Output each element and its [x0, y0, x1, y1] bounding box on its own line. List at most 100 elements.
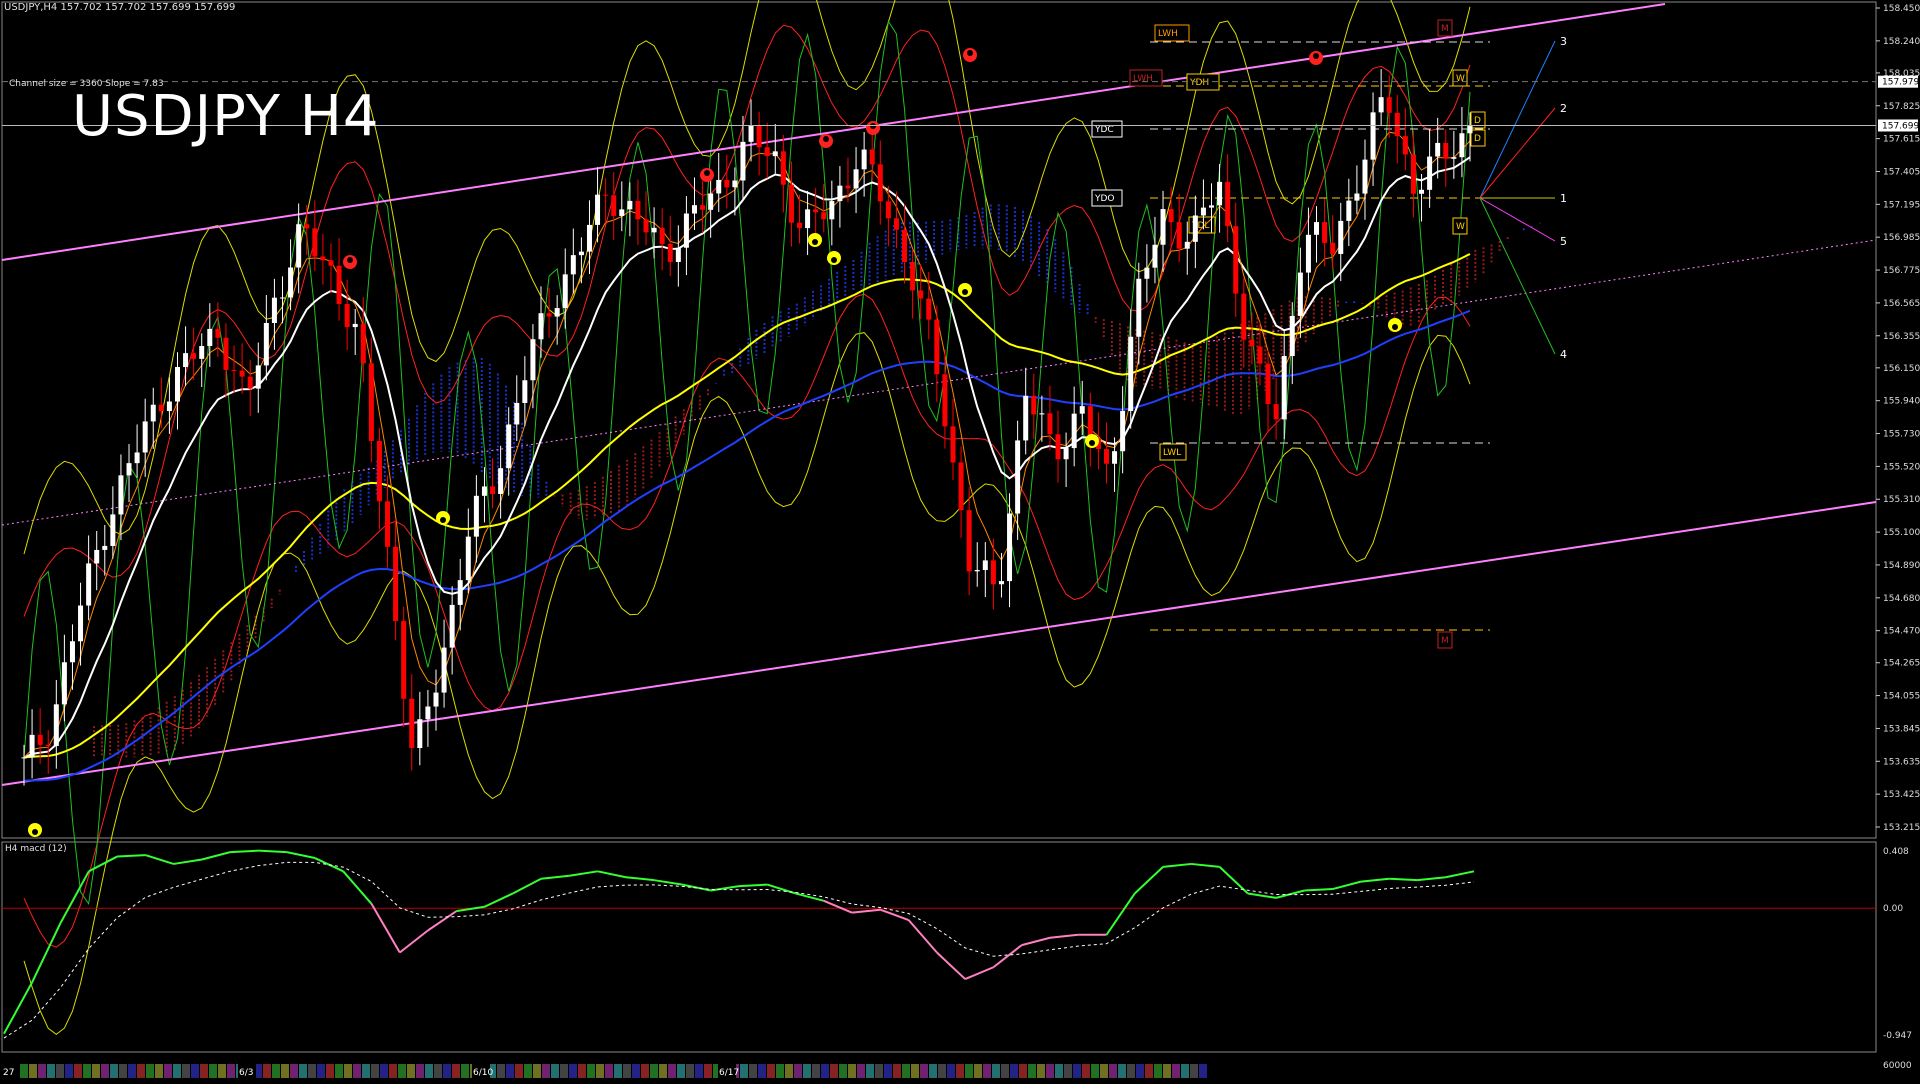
candle-body: [336, 265, 342, 304]
y-tick-label: 157.195: [1883, 200, 1920, 210]
x-strip-cell: [695, 1064, 703, 1078]
x-strip-cell: [191, 1064, 199, 1078]
x-strip-cell: [407, 1064, 415, 1078]
candle-body: [1120, 411, 1126, 452]
x-strip-cell: [326, 1064, 334, 1078]
x-strip-cell: [641, 1064, 649, 1078]
x-strip-cell: [137, 1064, 145, 1078]
candle-body: [586, 224, 592, 252]
candle-body: [207, 328, 213, 347]
candle-body: [514, 402, 520, 425]
x-strip-cell: [83, 1064, 91, 1078]
x-strip-cell: [353, 1064, 361, 1078]
candle-body: [538, 313, 544, 340]
candle-body: [94, 549, 100, 564]
candle-body: [506, 424, 512, 469]
candle-body: [966, 510, 972, 572]
candle-body: [700, 205, 706, 210]
symbol-info: USDJPY,H4 157.702 157.702 157.699 157.69…: [4, 2, 236, 13]
candle-body: [772, 151, 778, 157]
y-tick-label: 153.845: [1883, 724, 1920, 734]
macd-axis-label: 0.00: [1883, 904, 1903, 914]
candle-body: [142, 421, 148, 453]
candle-body: [748, 125, 754, 142]
x-strip-cell: [1010, 1064, 1018, 1078]
x-strip-cell: [551, 1064, 559, 1078]
x-strip-cell: [902, 1064, 910, 1078]
candle-body: [1241, 293, 1247, 340]
candle-body: [417, 719, 423, 749]
candle-body: [611, 195, 617, 216]
fractal-marker-hole: [967, 50, 973, 56]
x-strip-cell: [893, 1064, 901, 1078]
x-strip-cell: [110, 1064, 118, 1078]
candle-body: [813, 209, 819, 213]
x-strip-cell: [434, 1064, 442, 1078]
y-tick-label: 157.615: [1883, 135, 1920, 145]
candle-body: [562, 274, 568, 309]
candle-body: [1192, 215, 1198, 242]
x-tick-label: 6/10: [473, 1068, 493, 1078]
candle-body: [1281, 356, 1287, 420]
candle-body: [191, 353, 197, 359]
x-strip-cell: [371, 1064, 379, 1078]
y-tick-label: 153.215: [1883, 823, 1920, 833]
candle-body: [21, 757, 27, 759]
level-label: W: [1456, 74, 1465, 84]
candle-body: [134, 452, 140, 464]
candle-body: [1063, 448, 1069, 460]
fractal-marker-hole: [347, 257, 353, 263]
x-strip-cell: [749, 1064, 757, 1078]
candle-body: [764, 147, 770, 157]
x-strip-cell: [740, 1064, 748, 1078]
fractal-marker-hole: [704, 170, 710, 176]
candle-body: [296, 224, 302, 268]
candle-body: [255, 365, 261, 389]
candle-body: [102, 545, 108, 550]
candle-body: [1305, 234, 1311, 273]
x-strip-cell: [578, 1064, 586, 1078]
x-strip-cell: [929, 1064, 937, 1078]
x-strip-cell: [560, 1064, 568, 1078]
candle-body: [853, 169, 859, 189]
x-strip-cell: [218, 1064, 226, 1078]
candle-body: [708, 193, 714, 210]
chart-title: USDJPY H4: [72, 84, 380, 149]
candle-body: [522, 380, 528, 403]
x-strip-cell: [686, 1064, 694, 1078]
candle-body: [805, 209, 811, 229]
candle-body: [304, 224, 310, 229]
candle-body: [675, 247, 681, 262]
level-label: M: [1441, 636, 1449, 646]
x-strip-cell: [992, 1064, 1000, 1078]
candle-body: [166, 401, 172, 412]
x-strip-cell: [452, 1064, 460, 1078]
x-strip-cell: [776, 1064, 784, 1078]
candle-body: [877, 164, 883, 202]
y-tick-label: 155.100: [1883, 528, 1920, 538]
candle-body: [902, 229, 908, 263]
candle-body: [869, 149, 875, 165]
x-strip-cell: [785, 1064, 793, 1078]
candle-body: [1039, 413, 1045, 415]
candle-body: [1047, 413, 1053, 435]
x-strip-cell: [317, 1064, 325, 1078]
candle-body: [1257, 346, 1263, 364]
candle-body: [1330, 242, 1336, 254]
y-tick-label: 157.405: [1883, 167, 1920, 177]
candle-body: [247, 376, 253, 389]
candle-body: [885, 201, 891, 219]
x-strip-cell: [920, 1064, 928, 1078]
projection-label: 1: [1560, 192, 1567, 205]
candle-body: [328, 260, 334, 266]
candle-body: [473, 495, 479, 537]
candle-body: [659, 227, 665, 244]
y-tick-label: 156.355: [1883, 332, 1920, 342]
candle-body: [150, 404, 156, 422]
x-strip-cell: [1028, 1064, 1036, 1078]
candle-body: [1136, 278, 1142, 337]
candle-body: [998, 581, 1004, 585]
candle-body: [1208, 205, 1214, 208]
level-label: YDC: [1094, 125, 1114, 135]
candle-body: [352, 323, 358, 328]
